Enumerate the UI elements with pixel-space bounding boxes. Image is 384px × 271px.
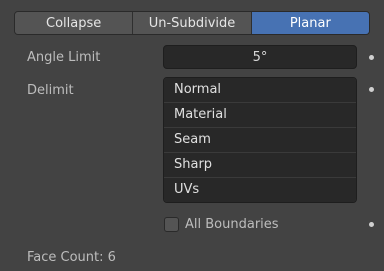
tab-un-subdivide[interactable]: Un-Subdivide xyxy=(133,12,252,34)
mode-tabs: Collapse Un-Subdivide Planar xyxy=(14,11,370,35)
all-boundaries-keyframe-dot-icon[interactable] xyxy=(369,222,374,227)
angle-limit-label: Angle Limit xyxy=(27,50,101,65)
decimate-panel: Collapse Un-Subdivide Planar Angle Limit… xyxy=(0,0,384,271)
all-boundaries-toggle[interactable]: All Boundaries xyxy=(164,217,279,232)
delimit-label: Delimit xyxy=(27,83,74,98)
delimit-option-normal[interactable]: Normal xyxy=(164,78,356,103)
tab-collapse[interactable]: Collapse xyxy=(15,12,134,34)
all-boundaries-label: All Boundaries xyxy=(185,217,279,232)
delimit-option-material[interactable]: Material xyxy=(164,103,356,128)
delimit-option-uvs[interactable]: UVs xyxy=(164,178,356,202)
delimit-option-sharp[interactable]: Sharp xyxy=(164,153,356,178)
all-boundaries-checkbox[interactable] xyxy=(164,217,179,232)
delimit-keyframe-dot-icon[interactable] xyxy=(369,87,374,92)
angle-limit-field[interactable]: 5° xyxy=(163,45,357,69)
angle-limit-keyframe-dot-icon[interactable] xyxy=(369,55,374,60)
tab-planar[interactable]: Planar xyxy=(251,12,369,34)
delimit-options: Normal Material Seam Sharp UVs xyxy=(163,77,357,203)
delimit-option-seam[interactable]: Seam xyxy=(164,128,356,153)
face-count-status: Face Count: 6 xyxy=(27,250,116,265)
